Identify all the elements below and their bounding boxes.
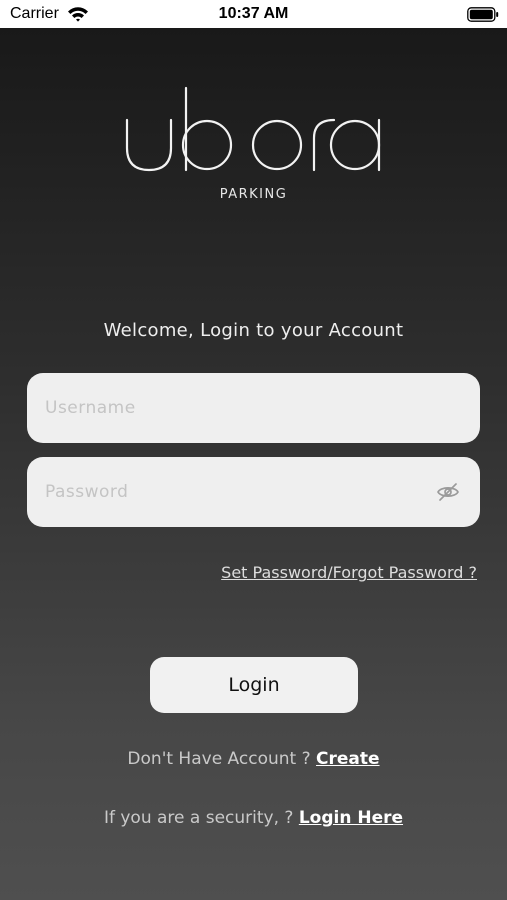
username-input[interactable]	[43, 397, 464, 419]
create-account-prompt: Don't Have Account ?	[127, 749, 317, 769]
status-bar: Carrier 10:37 AM	[0, 0, 507, 28]
forgot-password-link[interactable]: Set Password/Forgot Password ?	[221, 563, 477, 582]
password-field[interactable]	[27, 457, 480, 527]
login-button[interactable]: Login	[150, 657, 358, 713]
welcome-text: Welcome, Login to your Account	[103, 320, 404, 341]
logo-subtitle: PARKING	[219, 187, 288, 202]
status-time: 10:37 AM	[218, 5, 289, 22]
security-login-row: If you are a security, ? Login Here	[0, 808, 507, 828]
security-login-prompt: If you are a security, ?	[103, 808, 299, 828]
create-account-row: Don't Have Account ? Create	[0, 749, 507, 769]
password-input[interactable]	[43, 481, 436, 503]
eye-off-icon[interactable]	[436, 480, 460, 504]
username-field[interactable]	[27, 373, 480, 443]
ubora-logo	[125, 86, 381, 172]
battery-icon	[467, 7, 499, 22]
security-login-link[interactable]: Login Here	[299, 808, 403, 828]
create-account-link[interactable]: Create	[316, 749, 380, 769]
